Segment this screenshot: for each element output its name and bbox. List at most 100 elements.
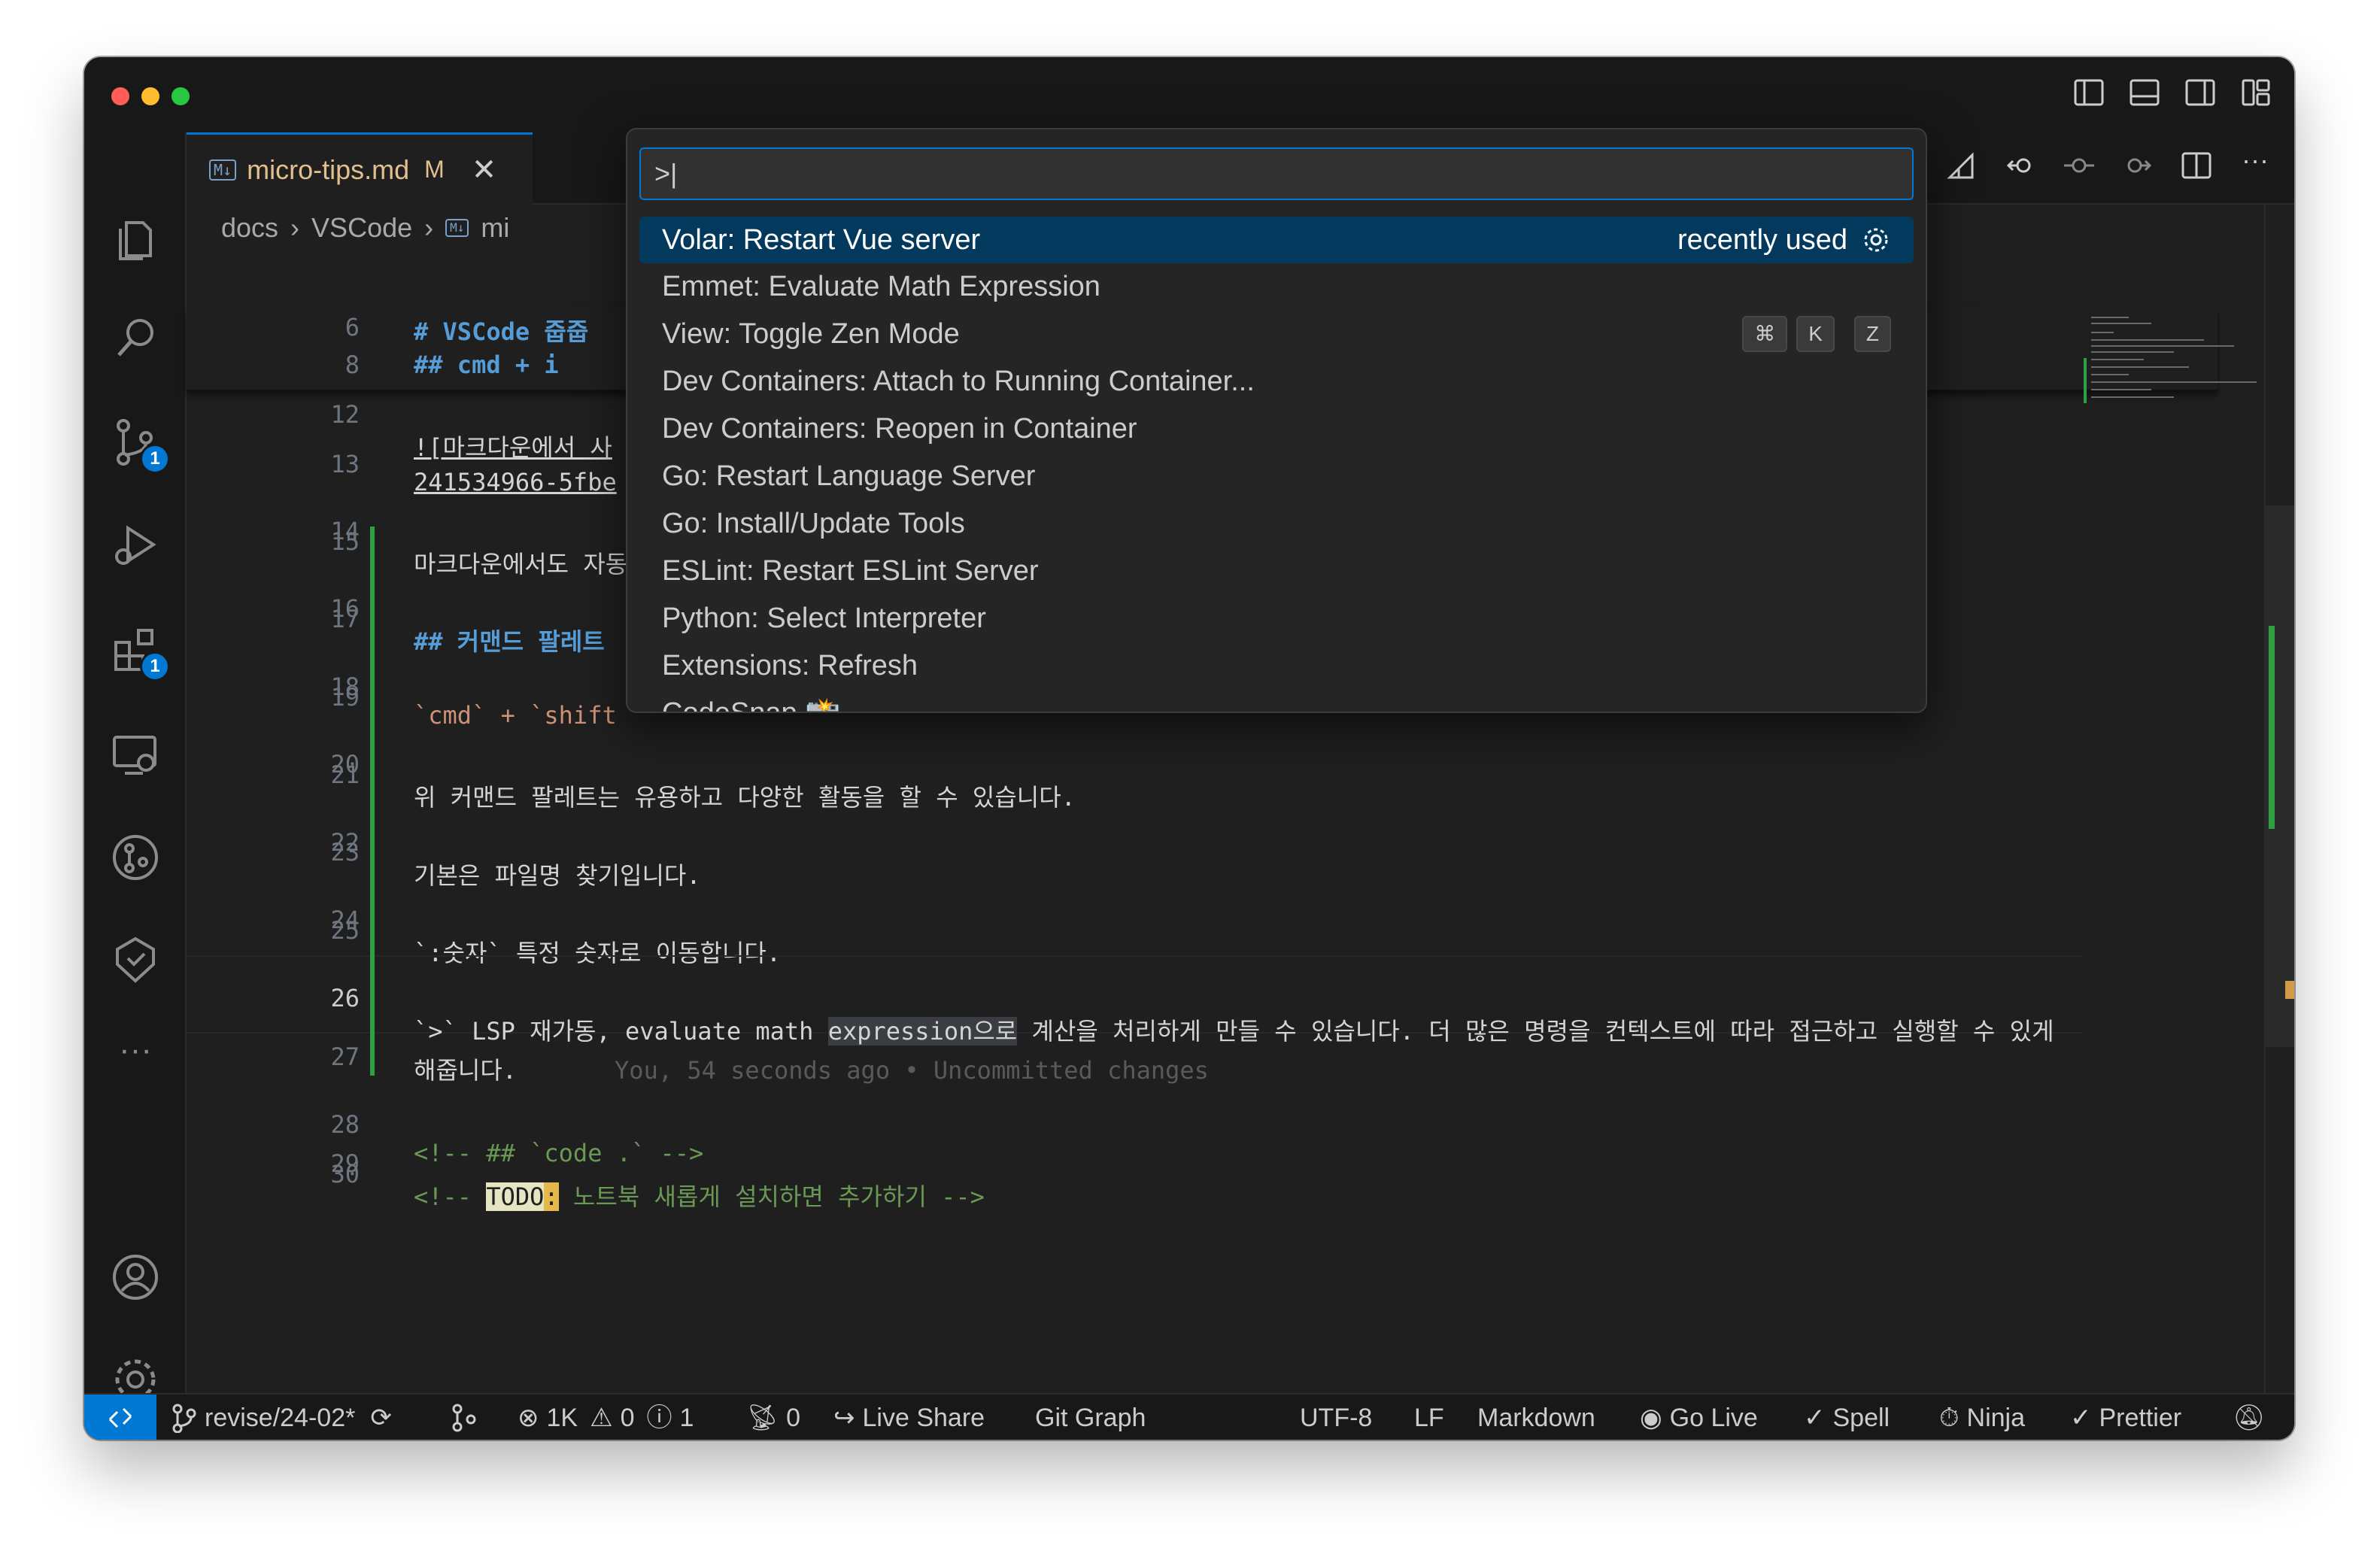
tab-title: micro-tips.md [247, 153, 410, 185]
branch-status[interactable]: revise/24-02* ⟳ [172, 1395, 392, 1440]
command-palette-input[interactable]: >| [639, 147, 1914, 200]
extensions-badge: 1 [140, 651, 170, 681]
scrollbar-change-marker [2269, 626, 2275, 829]
explorer-icon[interactable] [110, 212, 161, 263]
warning-icon: ⚠ [590, 1404, 613, 1432]
palette-item-go-install[interactable]: Go: Install/Update Tools [639, 500, 1914, 547]
previous-change-icon[interactable] [2004, 149, 2037, 182]
breadcrumb-docs[interactable]: docs [221, 212, 278, 244]
close-tab-icon[interactable]: ✕ [472, 153, 497, 187]
double-check-icon: ✓ [2070, 1404, 2092, 1432]
breadcrumb-vscode[interactable]: VSCode [311, 212, 412, 244]
encoding-status[interactable]: UTF-8 [1300, 1395, 1372, 1440]
sync-icon[interactable]: ⟳ [370, 1395, 392, 1440]
git-blame-annotation: You, 54 seconds ago • Uncommitted change… [615, 1056, 1209, 1085]
breadcrumb: docs › VSCode › M↓ mi [221, 212, 509, 244]
broadcast-icon: 📡︎ [746, 1404, 779, 1432]
toggle-blame-icon[interactable] [1945, 149, 1978, 182]
info-icon: ⓘ [646, 1404, 672, 1432]
code-line: 20 위 커맨드 팔레트는 유용하고 다양한 활동을 할 수 있습니다. [330, 750, 1076, 812]
code-line: 241534966-5fbe [414, 468, 617, 496]
todo-highlight: TODO [486, 1182, 545, 1211]
language-mode[interactable]: Markdown [1477, 1395, 1595, 1440]
eol-status[interactable]: LF [1414, 1395, 1444, 1440]
git-graph-toggle-icon[interactable] [450, 1395, 478, 1440]
run-and-debug-icon[interactable] [110, 521, 161, 572]
palette-item-attach-container[interactable]: Dev Containers: Attach to Running Contai… [639, 358, 1914, 405]
status-bar: revise/24-02* ⟳ ⊗ 1K ⚠ 0 ⓘ 1 📡︎ 0 ↪ Live… [84, 1393, 2294, 1440]
remote-explorer-icon[interactable] [110, 728, 161, 779]
command-palette: >| Volar: Restart Vue server recently us… [626, 128, 1927, 713]
git-lens-icon[interactable] [110, 832, 161, 883]
search-icon[interactable] [110, 313, 161, 364]
more-actions-icon[interactable]: ··· [2239, 147, 2272, 182]
commit-icon[interactable] [2063, 149, 2096, 182]
minimize-window-button[interactable] [141, 87, 159, 105]
palette-item-reopen-container[interactable]: Dev Containers: Reopen in Container [639, 405, 1914, 452]
vscode-window: 1 1 ··· M↓ micro-tips.md M ✕ ··· docs › … [84, 57, 2294, 1440]
next-change-icon[interactable] [2121, 149, 2154, 182]
layout-controls [2073, 77, 2272, 108]
code-line-wrapped: 해줍니다. You, 54 seconds ago • Uncommitted c… [414, 1056, 1209, 1085]
chevron-right-icon: › [424, 212, 434, 243]
remote-indicator[interactable] [84, 1395, 156, 1440]
markdown-file-icon: M↓ [209, 159, 237, 181]
remote-icon [108, 1407, 132, 1428]
spell-check-status[interactable]: ✓ Spell [1804, 1395, 1890, 1440]
source-control-icon[interactable]: 1 [110, 417, 170, 474]
tab-modified-indicator: M [424, 156, 445, 183]
problems-status[interactable]: ⊗ 1K ⚠ 0 ⓘ 1 [518, 1395, 694, 1440]
toggle-panel-icon[interactable] [2129, 77, 2160, 108]
git-branch-icon [172, 1404, 196, 1433]
code-line: 16 ## 커맨드 팔레트 [330, 594, 605, 656]
tab-micro-tips[interactable]: M↓ micro-tips.md M ✕ [187, 132, 533, 205]
breadcrumb-file[interactable]: mi [481, 212, 509, 244]
ports-status[interactable]: 📡︎ 0 [746, 1395, 800, 1440]
split-editor-icon[interactable] [2180, 149, 2213, 182]
activity-bar: 1 1 ··· [84, 132, 187, 1400]
palette-item-extensions-refresh[interactable]: Extensions: Refresh [639, 642, 1914, 689]
close-window-button[interactable] [111, 87, 129, 105]
error-icon: ⊗ [518, 1404, 539, 1432]
recently-used-label: recently used [1677, 224, 1847, 256]
ninja-icon: ⏱ [1939, 1404, 1960, 1432]
toggle-primary-sidebar-icon[interactable] [2073, 77, 2105, 108]
scrollbar[interactable] [2264, 205, 2294, 1393]
go-live-button[interactable]: ◉ Go Live [1640, 1395, 1758, 1440]
code-line: 28 <!-- ## `code .` --> [330, 1110, 704, 1167]
keybinding: ⌘ K Z [1742, 311, 1891, 357]
more-views-icon[interactable]: ··· [110, 1033, 161, 1086]
palette-item-emmet[interactable]: Emmet: Evaluate Math Expression [639, 263, 1914, 310]
chevron-right-icon: › [290, 212, 300, 243]
live-share-button[interactable]: ↪ Live Share [833, 1395, 985, 1440]
prettier-status[interactable]: ✓ Prettier [2070, 1395, 2181, 1440]
source-control-badge: 1 [140, 444, 170, 474]
accounts-icon[interactable] [110, 1252, 161, 1303]
scrollbar-warning-marker [2285, 981, 2294, 999]
palette-item-python-interpreter[interactable]: Python: Select Interpreter [639, 595, 1914, 642]
palette-item-volar-restart[interactable]: Volar: Restart Vue server recently used [639, 217, 1914, 263]
customize-layout-icon[interactable] [2240, 77, 2272, 108]
palette-item-zen-mode[interactable]: View: Toggle Zen Mode ⌘ K Z [639, 311, 1914, 357]
notifications-bell-icon[interactable]: 🔕︎ [2233, 1395, 2265, 1440]
maximize-window-button[interactable] [172, 87, 190, 105]
markdown-file-icon: M↓ [445, 219, 469, 237]
toggle-secondary-sidebar-icon[interactable] [2184, 77, 2216, 108]
code-line-active: 26 `>` LSP 재가동, evaluate math expression… [330, 984, 2054, 1046]
live-share-icon: ↪ [833, 1404, 855, 1432]
gear-icon[interactable] [1861, 225, 1891, 255]
ninja-status[interactable]: ⏱ Ninja [1939, 1395, 2025, 1440]
code-line: 14 마크다운에서도 자동 [330, 517, 628, 578]
code-line: 22 기본은 파일명 찾기입니다. [330, 828, 701, 890]
testing-icon[interactable] [110, 934, 161, 985]
code-line: 24 `:숫자` 특정 숫자로 이동합니다. [330, 906, 782, 967]
broadcast-icon: ◉ [1640, 1404, 1662, 1432]
palette-item-eslint-restart[interactable]: ESLint: Restart ESLint Server [639, 548, 1914, 594]
palette-item-codesnap[interactable]: CodeSnap 📸 [639, 690, 1914, 712]
palette-item-go-restart[interactable]: Go: Restart Language Server [639, 453, 1914, 499]
highlighted-word: expression으로 [827, 1017, 1018, 1046]
code-line: 18 `cmd` + `shift [330, 672, 617, 730]
git-graph-button[interactable]: Git Graph [1035, 1395, 1146, 1440]
minimap[interactable] [2084, 313, 2264, 403]
extensions-icon[interactable]: 1 [110, 624, 170, 681]
